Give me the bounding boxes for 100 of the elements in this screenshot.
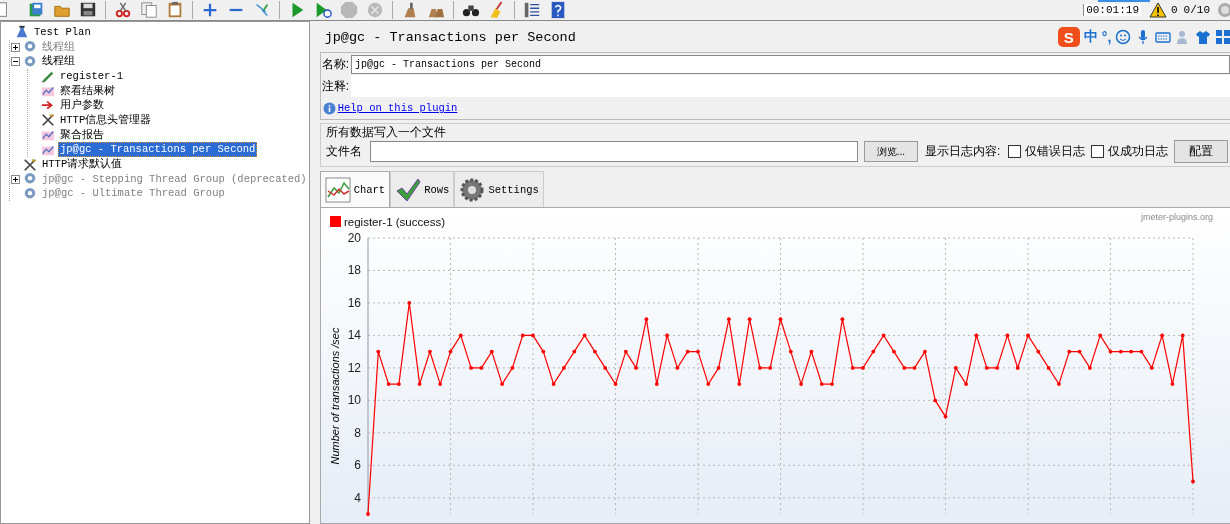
data-point [1190,479,1195,484]
data-point [850,366,855,370]
data-point [396,382,401,386]
help-link[interactable]: Help on this plugin [337,102,458,114]
data-point [829,382,834,386]
data-point [737,382,741,386]
data-point [654,382,659,386]
progress-line [1098,0,1150,2]
credit-text: jmeter-plugins.org [1140,212,1213,222]
warning-count: 0 [1171,4,1178,16]
y-tick-label: 12 [347,360,361,375]
tree-item[interactable]: Test Plan [32,24,93,40]
checkbox[interactable] [1008,145,1022,158]
tree-item[interactable]: jp@gc - Transactions per Second [58,142,258,158]
data-point [891,349,896,354]
data-point [448,349,453,354]
browse-button[interactable]: 浏览... [863,141,918,162]
list-icon[interactable] [522,1,542,19]
input-method-logo[interactable]: S [1057,27,1080,47]
checkbox[interactable] [1091,145,1105,158]
data-point [706,382,710,386]
thread-count: 0/10 [1183,4,1210,16]
data-point [675,366,679,370]
data-point [427,349,432,354]
section-title: 所有数据写入一个文件 [325,124,447,140]
data-point [417,382,422,386]
data-point [1170,382,1174,386]
graph-icon [40,128,56,143]
tab[interactable]: Settings [454,171,544,207]
data-point [664,333,669,338]
data-point [860,366,865,370]
data-point [932,398,937,403]
data-point [489,349,494,354]
tree-item[interactable]: register-1 [58,68,125,84]
data-point [922,349,927,354]
tab[interactable]: Rows [390,171,455,207]
check-mark-icon [395,176,422,203]
data-point [458,333,463,338]
collapse-icon[interactable] [11,57,20,67]
keyboard-icon[interactable] [1155,29,1172,45]
configure-button[interactable]: 配置 [1174,140,1229,163]
data-point [778,317,783,322]
data-point [633,366,638,370]
data-point [551,382,556,386]
data-point [592,349,597,354]
data-point [520,333,525,338]
data-point [572,349,576,354]
filename-field[interactable] [369,141,858,162]
y-tick-label: 8 [353,425,361,440]
y-tick-label: 16 [347,295,361,310]
data-point [1067,349,1071,354]
tree-item[interactable]: 聚合报告 [58,127,106,143]
elapsed-time: 00:01:19 [1083,4,1141,16]
data-point [530,333,535,338]
grid-icon[interactable] [1215,29,1230,45]
data-point [510,366,514,370]
scissors-icon[interactable] [113,1,133,19]
data-point [994,366,999,370]
data-point [943,414,948,419]
data-point [953,366,958,370]
data-point [376,349,380,354]
info-icon [322,101,336,115]
gear-icon [22,186,38,201]
y-tick-label: 18 [347,263,361,278]
y-tick-label: 4 [353,490,361,505]
data-point [613,382,618,386]
tools-icon [40,113,56,128]
y-tick-label: 14 [347,328,361,343]
data-point [871,349,875,354]
data-point [963,382,968,386]
comment-field[interactable] [351,75,1230,97]
data-point [695,349,700,354]
field-label: 文件名 [324,143,363,160]
data-point [541,349,545,354]
data-point [1015,366,1020,370]
data-point [365,512,370,516]
data-point [479,366,483,370]
shirt-icon[interactable] [1195,29,1212,45]
tree-item[interactable]: 用户参数 [58,98,106,114]
tree-item[interactable]: 线程组 [40,54,77,70]
graph-icon [40,84,56,99]
data-point [1046,366,1051,370]
tree-item[interactable]: HTTP请求默认值 [40,157,125,173]
tab[interactable]: Chart [319,171,391,207]
y-tick-label: 6 [353,458,361,473]
copy-icon[interactable] [139,1,159,19]
name-field[interactable]: jp@gc - Transactions per Second [351,54,1230,74]
field-label: 注释: [320,77,350,95]
warning-icon[interactable] [1149,2,1167,18]
gear-icon [22,54,38,69]
data-point [1056,382,1061,386]
input-mode-toggle[interactable]: °, [1101,29,1112,45]
smiley-icon[interactable] [1115,29,1132,45]
data-point [1128,349,1133,354]
data-point [602,366,607,370]
gear-icon [459,176,486,203]
input-mode-toggle[interactable]: 中 [1083,28,1098,46]
tree-item[interactable]: 察看结果树 [58,83,117,99]
tree-item[interactable]: HTTP信息头管理器 [58,112,154,128]
data-point [798,382,803,386]
